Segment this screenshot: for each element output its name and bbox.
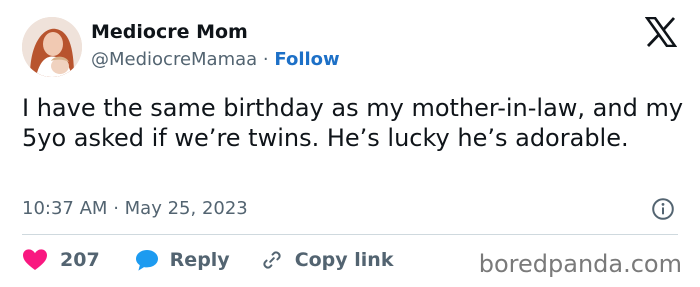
avatar-photo [22,17,82,77]
divider [22,234,678,235]
watermark: boredpanda.com [478,250,682,278]
meta-separator: · [113,198,119,219]
tweet-date[interactable]: May 25, 2023 [125,198,248,219]
tweet-card: Mediocre Mom @MediocreMamaa · Follow I h… [0,0,700,287]
copy-link-label: Copy link [294,249,394,271]
author-handle[interactable]: @MediocreMamaa [91,49,257,70]
avatar[interactable] [22,17,82,77]
like-button[interactable]: 207 [22,248,100,272]
reply-label: Reply [169,249,230,271]
speech-bubble-icon [135,250,158,271]
handle-separator: · [262,49,269,70]
tweet-text: I have the same birthday as my mother-in… [22,94,684,152]
tweet-meta: 10:37 AM · May 25, 2023 [22,198,248,219]
link-icon [263,251,281,269]
info-icon[interactable] [651,197,675,221]
copy-link-button[interactable]: Copy link [260,248,394,272]
author-name[interactable]: Mediocre Mom [91,21,248,43]
follow-button[interactable]: Follow [274,49,339,70]
like-count: 207 [60,249,100,271]
reply-button[interactable]: Reply [135,248,230,272]
action-bar: 207 Reply Copy link [22,246,393,274]
heart-icon [23,249,47,270]
x-logo-icon[interactable] [644,16,678,48]
tweet-time[interactable]: 10:37 AM [22,198,107,219]
author-handle-line: @MediocreMamaa · Follow [91,49,340,70]
